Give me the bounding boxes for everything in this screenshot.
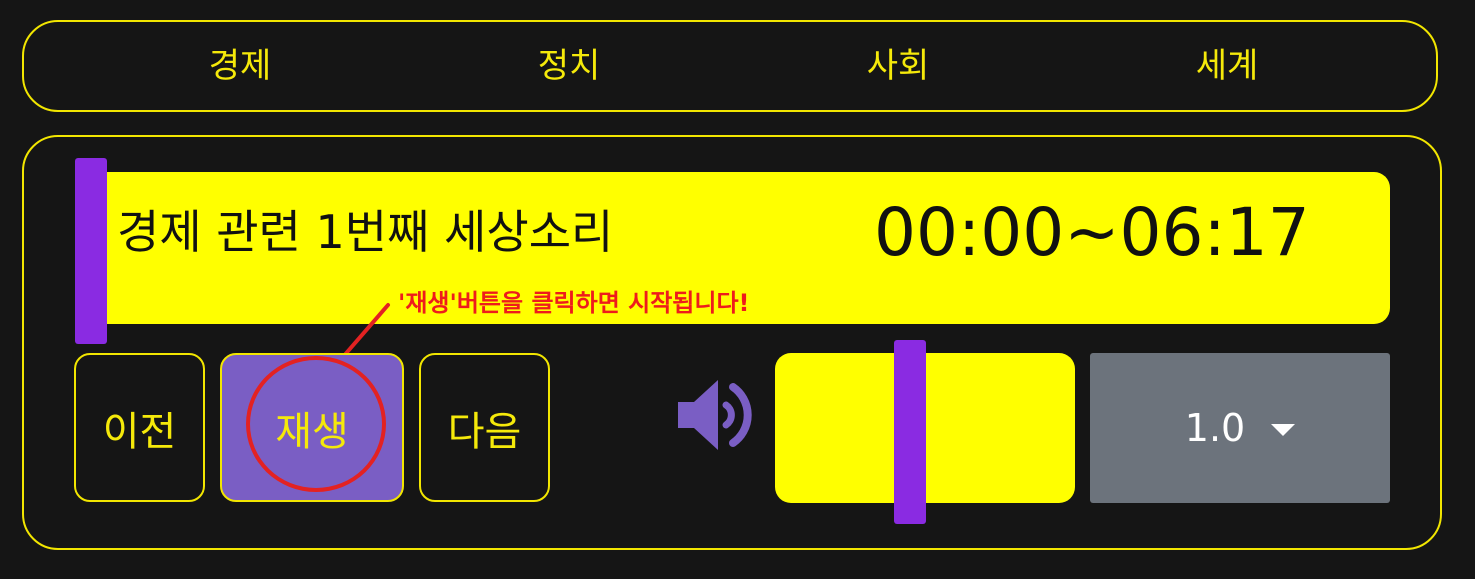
prev-button[interactable]: 이전	[74, 353, 205, 502]
nav-item-world[interactable]: 세계	[1196, 22, 1259, 110]
player-page: 경제 정치 사회 세계 경제 관련 1번째 세상소리 00:00~06:17 '…	[0, 0, 1475, 579]
category-nav: 경제 정치 사회 세계	[22, 20, 1438, 112]
track-time: 00:00~06:17	[874, 194, 1310, 271]
nav-item-economy[interactable]: 경제	[209, 22, 272, 110]
speaker-icon[interactable]	[676, 378, 756, 452]
speed-value: 1.0	[1184, 406, 1246, 450]
track-title: 경제 관련 1번째 세상소리	[117, 205, 614, 259]
progress-handle[interactable]	[75, 158, 107, 344]
next-button[interactable]: 다음	[419, 353, 550, 502]
play-hint-text: '재생'버튼을 클릭하면 시작됩니다!	[398, 289, 750, 317]
caret-down-icon	[1271, 424, 1296, 436]
play-button[interactable]: 재생	[220, 353, 404, 502]
speed-select[interactable]: 1.0	[1090, 353, 1390, 503]
nav-item-politics[interactable]: 정치	[538, 22, 601, 110]
volume-handle[interactable]	[894, 340, 926, 524]
nav-item-society[interactable]: 사회	[867, 22, 930, 110]
